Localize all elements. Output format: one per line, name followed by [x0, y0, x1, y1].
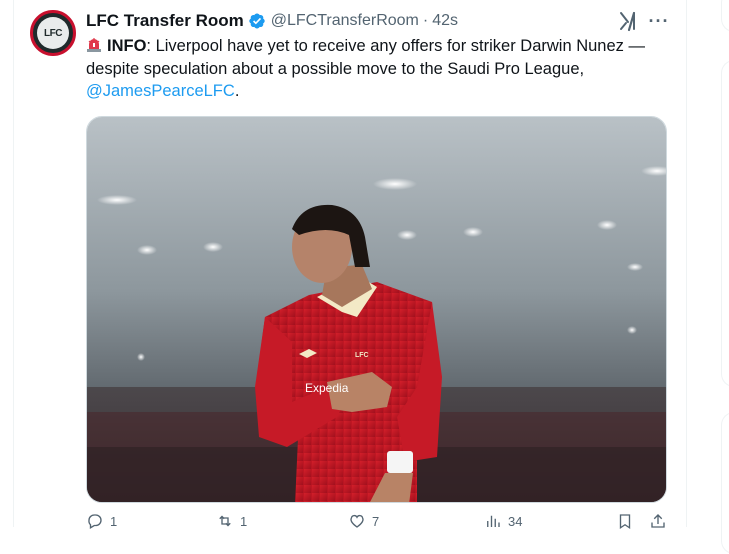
reply-button[interactable]: 1 [86, 512, 117, 530]
like-button[interactable]: 7 [348, 512, 379, 530]
tweet-header: LFC Transfer Room @LFCTransferRoom · 42s [86, 10, 458, 32]
repost-count: 1 [240, 513, 248, 529]
tweet[interactable]: LFC LFC Transfer Room @LFCTransferRoom ·… [14, 0, 686, 530]
crest-text: LFC [355, 352, 369, 359]
feed-border-right [686, 0, 687, 527]
tweet-body: : Liverpool have yet to receive any offe… [86, 37, 645, 78]
timestamp[interactable]: 42s [432, 12, 458, 30]
tweet-actions: 1 1 7 34 [86, 512, 671, 532]
sidebar-card [721, 60, 729, 387]
sidebar-card [721, 0, 729, 32]
sponsor-text: Expedia [305, 381, 349, 395]
views-icon [487, 515, 500, 527]
reply-icon [88, 514, 102, 529]
author-handle[interactable]: @LFCTransferRoom [271, 12, 419, 30]
heart-icon [350, 514, 364, 528]
repost-button[interactable]: 1 [216, 512, 247, 530]
avatar[interactable]: LFC [30, 10, 76, 56]
photo-player-in-red-liverpool-kit: Expedia LFC [87, 117, 666, 502]
views-count: 34 [508, 513, 523, 529]
views-button[interactable]: 34 [484, 512, 522, 530]
tweet-text: INFO: Liverpool have yet to receive any … [86, 35, 671, 103]
siren-icon [87, 38, 101, 52]
tweet-end: . [234, 82, 240, 100]
like-count: 7 [372, 513, 380, 529]
author-name[interactable]: LFC Transfer Room [86, 11, 244, 31]
mention-link[interactable]: @JamesPearceLFC [86, 82, 235, 100]
avatar-logo: LFC [37, 17, 69, 49]
bookmark-icon [619, 514, 631, 530]
left-gutter [0, 0, 13, 527]
repost-icon [219, 515, 231, 527]
sidebar-card [721, 412, 729, 554]
verified-badge-icon [249, 13, 265, 29]
info-label: INFO [107, 37, 147, 55]
bookmark-button[interactable] [616, 512, 634, 530]
reply-count: 1 [110, 513, 118, 529]
sidebar-edge [721, 0, 729, 554]
grok-icon[interactable] [617, 10, 639, 32]
more-icon[interactable]: ··· [648, 10, 670, 32]
share-icon [651, 514, 665, 528]
tweet-photo[interactable]: Expedia LFC [86, 116, 667, 503]
separator: · [422, 12, 429, 29]
share-button[interactable] [649, 512, 667, 530]
